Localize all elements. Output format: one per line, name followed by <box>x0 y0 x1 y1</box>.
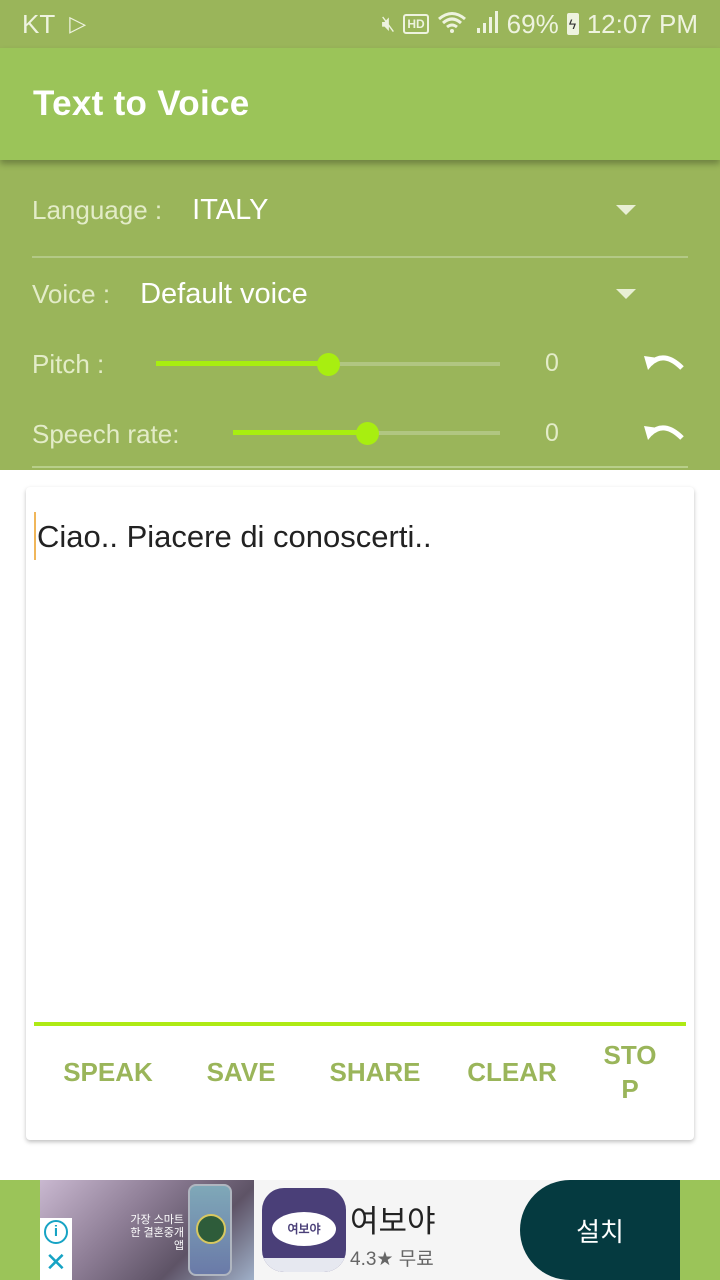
ad-controls: i ✕ <box>40 1218 72 1280</box>
speech-rate-slider-thumb[interactable] <box>355 422 379 445</box>
pitch-slider[interactable] <box>156 352 500 376</box>
battery-charging-icon <box>566 13 579 35</box>
ad-phone-mockup <box>188 1184 232 1276</box>
ad-app-name[interactable]: 여보야 <box>350 1196 436 1241</box>
speak-button[interactable]: SPEAK <box>34 1055 182 1089</box>
text-caret <box>34 512 36 560</box>
wifi-icon <box>437 10 467 38</box>
speech-rate-slider-fill <box>233 430 367 435</box>
text-input-value: Ciao.. Piacere di conoscerti.. <box>37 519 432 555</box>
chevron-down-icon <box>616 205 636 215</box>
clear-button[interactable]: CLEAR <box>450 1055 574 1089</box>
status-bar: KT ▷ 🔇︎ HD 69% 12:07 PM <box>0 0 720 48</box>
speech-rate-slider[interactable] <box>233 421 500 445</box>
ad-content[interactable]: 가장 스마트한 결혼중개앱 i ✕ 여보야 여보야 4.3★ 무료 설치 <box>40 1180 680 1280</box>
ad-image-caption: 가장 스마트한 결혼중개앱 <box>130 1214 184 1252</box>
ad-app-icon[interactable]: 여보야 <box>262 1188 346 1272</box>
stop-button[interactable]: STO P <box>574 1038 686 1106</box>
pitch-slider-thumb[interactable] <box>317 353 340 376</box>
chevron-down-icon <box>616 289 636 299</box>
pitch-label: Pitch : <box>32 348 105 379</box>
app-bar: Text to Voice <box>0 48 720 160</box>
app-title: Text to Voice <box>33 84 250 123</box>
save-button[interactable]: SAVE <box>182 1055 300 1089</box>
ad-image[interactable]: 가장 스마트한 결혼중개앱 <box>40 1180 254 1280</box>
carrier-label: KT <box>22 8 56 39</box>
ad-phone-logo <box>196 1214 226 1244</box>
ad-app-icon-text: 여보야 <box>272 1212 336 1246</box>
speech-rate-value: 0 <box>545 419 559 447</box>
voice-spinner[interactable]: Voice : Default voice <box>32 272 688 316</box>
play-store-icon: ▷ <box>69 11 87 36</box>
ad-install-button[interactable]: 설치 <box>520 1180 680 1280</box>
voice-label: Voice : <box>32 278 111 309</box>
star-icon: ★ <box>376 1249 394 1270</box>
speech-rate-reset-icon[interactable] <box>642 418 686 448</box>
text-card: Ciao.. Piacere di conoscerti.. SPEAK SAV… <box>26 487 694 1140</box>
clock: 12:07 PM <box>586 8 698 39</box>
language-label: Language : <box>32 194 163 225</box>
ad-rating-value: 4.3 <box>350 1249 377 1270</box>
ad-rating: 4.3★ 무료 <box>350 1244 434 1271</box>
ad-close-icon[interactable]: ✕ <box>45 1249 67 1275</box>
ad-info-icon[interactable]: i <box>44 1220 68 1244</box>
ad-app-icon-snow <box>262 1258 346 1272</box>
text-input-underline <box>34 1022 686 1026</box>
share-button[interactable]: SHARE <box>300 1055 450 1089</box>
hd-voice-icon: HD <box>403 14 429 34</box>
voice-value: Default voice <box>140 277 308 310</box>
language-spinner[interactable]: Language : ITALY <box>32 188 688 232</box>
settings-panel: Language : ITALY Voice : Default voice P… <box>0 160 720 470</box>
text-input[interactable]: Ciao.. Piacere di conoscerti.. <box>34 507 686 1007</box>
pitch-value: 0 <box>545 349 559 377</box>
signal-icon <box>475 10 499 38</box>
mute-icon: 🔇︎ <box>381 11 396 36</box>
battery-percent: 69% <box>506 8 559 39</box>
language-value: ITALY <box>192 193 269 226</box>
speech-rate-label: Speech rate: <box>32 418 180 449</box>
divider <box>32 256 688 258</box>
stop-label-line2: P <box>621 1074 639 1104</box>
action-bar: SPEAK SAVE SHARE CLEAR STO P <box>34 1032 686 1112</box>
pitch-reset-icon[interactable] <box>642 348 686 378</box>
ad-price: 무료 <box>398 1249 434 1270</box>
ad-banner[interactable]: 가장 스마트한 결혼중개앱 i ✕ 여보야 여보야 4.3★ 무료 설치 <box>0 1180 720 1280</box>
stop-label-line1: STO <box>603 1040 657 1070</box>
divider <box>32 466 688 468</box>
pitch-slider-fill <box>156 361 328 366</box>
